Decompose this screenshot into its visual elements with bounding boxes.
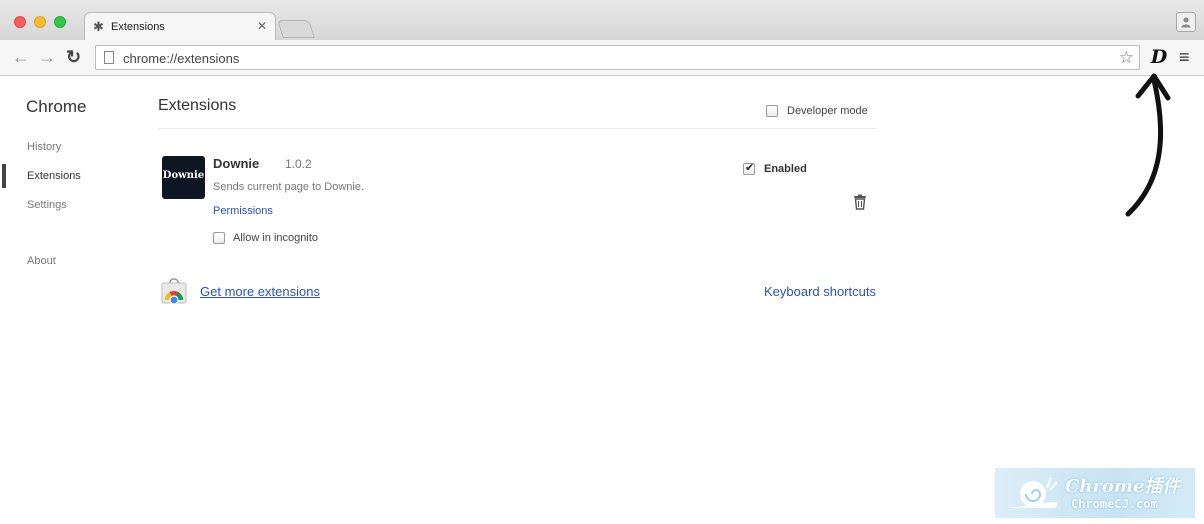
minimize-window-button[interactable] bbox=[34, 16, 46, 28]
checkmark-icon: ✔ bbox=[745, 162, 755, 174]
puzzle-icon: ✱ bbox=[93, 19, 104, 34]
person-icon bbox=[1181, 17, 1191, 28]
trash-icon[interactable] bbox=[853, 194, 867, 210]
allow-incognito-checkbox[interactable] bbox=[213, 232, 225, 244]
sidebar-item-about[interactable]: About bbox=[27, 255, 56, 267]
active-item-marker bbox=[2, 164, 6, 188]
get-more-extensions-link[interactable]: Get more extensions bbox=[200, 284, 320, 299]
page-icon bbox=[104, 51, 114, 64]
sidebar-item-extensions[interactable]: Extensions bbox=[27, 170, 81, 182]
developer-mode-checkbox[interactable] bbox=[766, 105, 778, 117]
web-store-icon bbox=[161, 278, 187, 304]
tab-title: Extensions bbox=[111, 21, 165, 33]
browser-toolbar: ← → ↻ chrome://extensions ☆ bbox=[0, 40, 1204, 76]
sidebar-title: Chrome bbox=[26, 97, 87, 116]
sidebar-item-history[interactable]: History bbox=[27, 141, 61, 153]
allow-incognito-label: Allow in incognito bbox=[233, 232, 318, 244]
tab-close-icon[interactable]: ✕ bbox=[257, 19, 267, 33]
annotation-arrow bbox=[1125, 73, 1171, 217]
tab-extensions[interactable]: ✱ Extensions ✕ bbox=[84, 12, 276, 40]
sidebar-item-settings[interactable]: Settings bbox=[27, 199, 67, 211]
page-title: Extensions bbox=[158, 97, 237, 114]
snail-icon bbox=[1009, 477, 1058, 508]
keyboard-shortcuts-link[interactable]: Keyboard shortcuts bbox=[764, 284, 876, 299]
forward-arrow-icon[interactable]: → bbox=[38, 48, 56, 66]
extension-version: 1.0.2 bbox=[285, 157, 312, 171]
permissions-link[interactable]: Permissions bbox=[213, 205, 273, 217]
extension-description: Sends current page to Downie. bbox=[213, 181, 365, 193]
zoom-window-button[interactable] bbox=[54, 16, 66, 28]
title-bar: ✱ Extensions ✕ bbox=[0, 0, 1204, 40]
extension-name: Downie bbox=[213, 156, 260, 171]
extension-logo-text: Downie bbox=[162, 170, 205, 181]
enabled-checkbox[interactable]: ✔ bbox=[743, 162, 755, 175]
new-tab-button[interactable] bbox=[277, 20, 315, 38]
watermark-line1: Chrome插件 bbox=[1065, 476, 1181, 497]
watermark: Chrome插件 ChromeCJ.com bbox=[995, 468, 1195, 518]
developer-mode-label: Developer mode bbox=[787, 105, 868, 117]
back-arrow-icon[interactable]: ← bbox=[12, 48, 30, 66]
enabled-label: Enabled bbox=[764, 163, 807, 175]
hamburger-icon[interactable]: ≡ bbox=[1179, 47, 1190, 68]
watermark-line2: ChromeCJ.com bbox=[1071, 497, 1158, 511]
reload-icon[interactable]: ↻ bbox=[66, 48, 81, 66]
close-window-button[interactable] bbox=[14, 16, 26, 28]
profile-button[interactable] bbox=[1176, 12, 1196, 32]
address-bar[interactable]: chrome://extensions ☆ bbox=[95, 45, 1140, 70]
extension-logo: Downie bbox=[162, 156, 205, 199]
header-divider bbox=[158, 128, 876, 129]
url-text: chrome://extensions bbox=[123, 51, 240, 66]
